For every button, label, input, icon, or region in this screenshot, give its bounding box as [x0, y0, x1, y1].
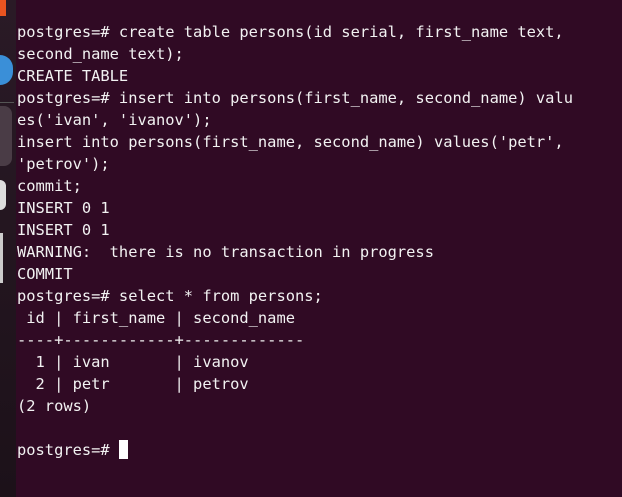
browser-icon[interactable] [0, 55, 13, 85]
terminal-line: postgres=# create table persons(id seria… [17, 23, 564, 41]
terminal-line: insert into persons(first_name, second_n… [17, 133, 564, 151]
terminal-line: INSERT 0 1 [17, 221, 110, 239]
dock [0, 0, 16, 497]
table-divider: ----+------------+------------- [17, 331, 305, 349]
table-row: 1 | ivan | ivanov [17, 353, 249, 371]
app-icon-orange[interactable] [0, 0, 6, 16]
terminal-line: CREATE TABLE [17, 67, 129, 85]
terminal-output[interactable]: postgres=# create table persons(id seria… [0, 0, 622, 461]
terminal-line: commit; [17, 177, 82, 195]
table-header: id | first_name | second_name [17, 309, 295, 327]
terminal-line: COMMIT [17, 265, 73, 283]
row-count: (2 rows) [17, 397, 92, 415]
cursor [118, 440, 128, 459]
dock-separator [0, 102, 14, 103]
terminal-line: postgres=# insert into persons(first_nam… [17, 89, 573, 107]
terminal-line: 'petrov'); [17, 155, 110, 173]
table-row: 2 | petr | petrov [17, 375, 249, 393]
terminal-line: postgres=# select * from persons; [17, 287, 323, 305]
terminal-line: WARNING: there is no transaction in prog… [17, 243, 434, 261]
disc-icon[interactable] [0, 180, 6, 210]
prompt: postgres=# [17, 441, 119, 459]
terminal-line: es('ivan', 'ivanov'); [17, 111, 212, 129]
prompt-line[interactable]: postgres=# [17, 439, 622, 461]
files-icon[interactable] [0, 233, 3, 283]
terminal-line: second_name text); [17, 45, 184, 63]
terminal-line: INSERT 0 1 [17, 199, 110, 217]
active-app-highlight[interactable] [0, 106, 12, 166]
